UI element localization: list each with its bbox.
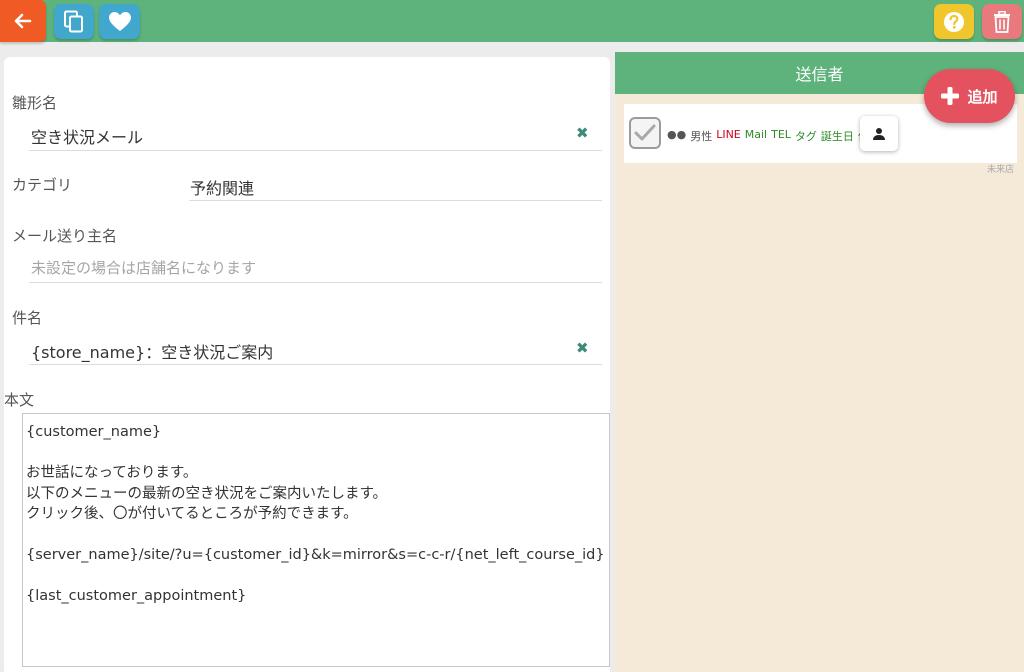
sender-attributes: ●● 男性 LINE Mail TEL タグ 誕生日 住所 [667, 128, 880, 144]
sender-name-input[interactable]: 未設定の場合は店舗名になります [31, 257, 256, 278]
tag-attr: タグ [794, 130, 817, 143]
add-label: 追加 [967, 87, 998, 106]
status-dots: ●● [667, 128, 687, 141]
gender-attr: 男性 [690, 130, 713, 143]
person-icon [873, 127, 885, 140]
category-select[interactable]: 予約関連 [190, 175, 254, 199]
sender-checkbox[interactable] [629, 117, 661, 149]
tel-attr: TEL [771, 128, 791, 141]
back-button[interactable] [0, 0, 46, 42]
template-name-label: 雛形名 [12, 94, 58, 112]
favorite-button[interactable] [99, 4, 140, 39]
checkmark-icon [634, 124, 656, 141]
body-label: 本文 [4, 391, 35, 409]
trash-icon [994, 10, 1010, 33]
sender-name-label: メール送り主名 [12, 227, 118, 245]
template-name-clear-icon[interactable]: ✖ [576, 124, 589, 142]
subject-input[interactable]: {store_name}：空き状況ご案内 [31, 339, 273, 363]
copy-button[interactable] [54, 4, 94, 39]
help-button[interactable] [934, 4, 974, 39]
sender-name-underline [29, 282, 602, 283]
mail-attr: Mail [744, 128, 768, 141]
add-sender-button[interactable]: 追加 [924, 69, 1015, 123]
question-icon [944, 11, 964, 32]
subject-label: 件名 [12, 309, 43, 327]
category-label: カテゴリ [12, 176, 73, 194]
line-attr: LINE [716, 128, 741, 141]
subject-clear-icon[interactable]: ✖ [576, 339, 589, 357]
sender-panel: 送信者 ●● 男性 LINE Mail TEL タグ 誕生日 住所 未来店 [615, 52, 1024, 672]
template-name-underline [29, 150, 602, 151]
plus-icon [941, 87, 960, 105]
subject-underline [29, 364, 602, 365]
template-name-input[interactable]: 空き状況メール [31, 124, 143, 148]
delete-button[interactable] [982, 4, 1022, 39]
birthday-attr: 誕生日 [820, 130, 854, 143]
top-toolbar [0, 0, 1024, 42]
visit-status-text: 未来店 [987, 165, 1015, 175]
arrow-left-icon [14, 13, 32, 29]
copy-icon [64, 10, 83, 32]
body-textarea[interactable]: {customer_name} お世話になっております。 以下のメニューの最新の… [22, 413, 610, 667]
heart-icon [108, 11, 131, 31]
category-underline [189, 200, 602, 201]
customer-profile-button[interactable] [860, 116, 898, 151]
